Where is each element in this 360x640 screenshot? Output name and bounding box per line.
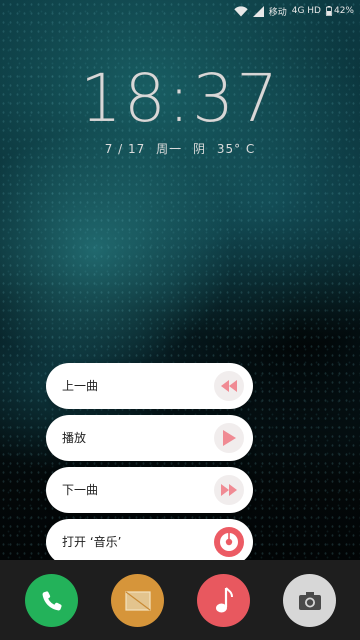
music-app-button[interactable] (214, 527, 244, 557)
music-note-icon (215, 586, 233, 612)
open-music-item[interactable]: 打开 ‘音乐’ (46, 519, 253, 565)
network-label: 4G HD (291, 6, 321, 16)
play-button[interactable] (214, 423, 244, 453)
temperature-label: 35° C (216, 142, 256, 156)
fast-forward-button[interactable] (214, 475, 244, 505)
battery-icon (326, 6, 332, 16)
play-label: 播放 (62, 431, 87, 445)
play-icon (223, 430, 236, 446)
music-app[interactable] (197, 574, 250, 627)
weekday-label: 周一 (156, 142, 183, 156)
previous-track-label: 上一曲 (62, 379, 99, 393)
signal-icon (252, 5, 264, 17)
battery-indicator: 42% (326, 6, 354, 16)
app-dock (0, 560, 360, 640)
play-item[interactable]: 播放 (46, 415, 253, 461)
next-track-label: 下一曲 (62, 483, 99, 497)
camera-icon (298, 591, 321, 610)
lockscreen-clock: 18:37 (79, 60, 281, 137)
phone-app[interactable] (25, 574, 78, 627)
previous-track-item[interactable]: 上一曲 (46, 363, 253, 409)
date-label: 7 / 17 (104, 142, 146, 156)
rewind-button[interactable] (214, 371, 244, 401)
open-music-label: 打开 ‘音乐’ (62, 535, 122, 549)
rewind-icon (221, 380, 237, 392)
weather-label: 阴 (192, 142, 206, 156)
music-app-icon (220, 533, 238, 551)
date-weather-line: 7 / 17 周一 阴 35° C (0, 140, 360, 157)
fast-forward-icon (221, 484, 237, 496)
status-bar: 移动 4G HD 42% (0, 0, 360, 22)
carrier-label: 移动 (268, 7, 287, 18)
wifi-icon (234, 5, 248, 17)
next-track-item[interactable]: 下一曲 (46, 467, 253, 513)
messages-app[interactable] (111, 574, 164, 627)
message-icon (124, 590, 151, 611)
camera-app[interactable] (283, 574, 336, 627)
battery-percent: 42% (333, 6, 354, 16)
phone-icon (42, 590, 62, 610)
